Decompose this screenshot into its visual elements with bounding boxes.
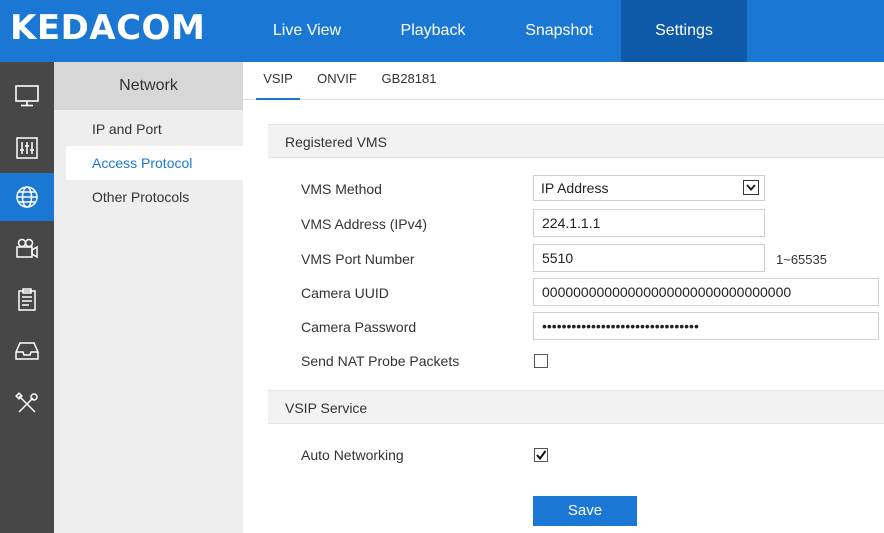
camera-uuid-label: Camera UUID: [301, 285, 389, 301]
tab-settings[interactable]: Settings: [621, 0, 747, 62]
vms-method-value: IP Address: [541, 180, 609, 196]
vms-port-label: VMS Port Number: [301, 251, 415, 267]
storage-tray-icon[interactable]: [0, 327, 54, 375]
network-globe-icon[interactable]: [0, 173, 54, 221]
camera-uuid-input[interactable]: [533, 278, 879, 306]
submenu-item-ip-and-port[interactable]: IP and Port: [66, 112, 243, 146]
vms-method-label: VMS Method: [301, 181, 382, 197]
auto-networking-checkbox[interactable]: [534, 448, 548, 462]
vms-address-label: VMS Address (IPv4): [301, 216, 428, 232]
vms-method-select[interactable]: IP Address: [533, 175, 765, 201]
send-nat-probe-checkbox[interactable]: [534, 354, 548, 368]
clipboard-icon[interactable]: [0, 276, 54, 324]
settings-category-bar: [0, 62, 54, 533]
tools-icon[interactable]: [0, 380, 54, 428]
equalizer-icon[interactable]: [0, 124, 54, 172]
kedacom-logo: KEDACOM: [10, 8, 206, 48]
checkmark-icon: [536, 450, 547, 461]
tab-live-view[interactable]: Live View: [251, 0, 363, 62]
vms-port-input[interactable]: [533, 244, 765, 272]
submenu-item-other-protocols[interactable]: Other Protocols: [66, 180, 243, 214]
vms-address-input[interactable]: [533, 209, 765, 237]
submenu-item-access-protocol[interactable]: Access Protocol: [66, 146, 243, 180]
section-vsip-service: VSIP Service: [268, 390, 884, 424]
tab-vsip[interactable]: VSIP: [256, 62, 300, 100]
auto-networking-label: Auto Networking: [301, 447, 404, 463]
tab-gb28181[interactable]: GB28181: [374, 62, 444, 99]
main-content: VSIP ONVIF GB28181 Registered VMS VMS Me…: [243, 62, 884, 533]
save-button[interactable]: Save: [533, 496, 637, 526]
camera-password-input[interactable]: [533, 312, 879, 340]
vms-port-range-hint: 1~65535: [776, 252, 827, 267]
network-submenu: Network IP and Port Access Protocol Othe…: [54, 62, 243, 533]
tab-snapshot[interactable]: Snapshot: [503, 0, 615, 62]
section-registered-vms: Registered VMS: [268, 124, 884, 158]
submenu-title: Network: [54, 62, 243, 110]
tab-onvif[interactable]: ONVIF: [311, 62, 363, 99]
camera-password-label: Camera Password: [301, 319, 417, 335]
tab-playback[interactable]: Playback: [378, 0, 488, 62]
send-nat-probe-label: Send NAT Probe Packets: [301, 353, 460, 369]
top-navigation-bar: KEDACOM Live View Playback Snapshot Sett…: [0, 0, 884, 62]
camera-icon[interactable]: [0, 225, 54, 273]
protocol-tabs: VSIP ONVIF GB28181: [243, 62, 884, 100]
monitor-icon[interactable]: [0, 72, 54, 120]
chevron-down-icon: [743, 180, 759, 195]
